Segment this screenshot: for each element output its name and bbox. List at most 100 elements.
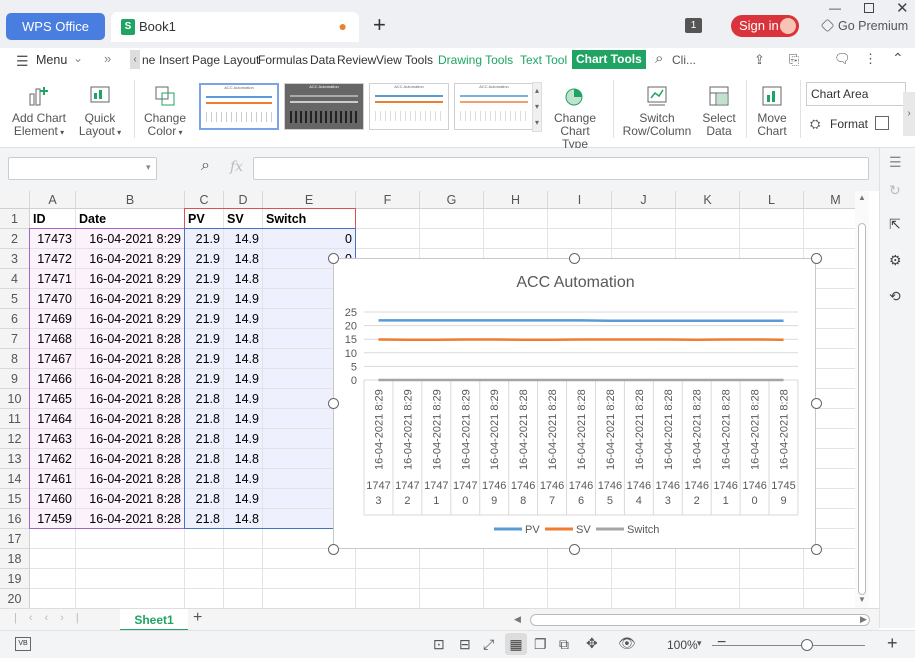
new-tab-button[interactable]: + xyxy=(373,12,386,38)
chart-style-thumbnail-1[interactable]: ACC Automation xyxy=(199,83,279,130)
zoom-chevron-down-icon[interactable]: ▾ xyxy=(697,638,702,649)
chart-style-thumbnail-3[interactable]: ACC Automation xyxy=(369,83,449,130)
format-button[interactable]: Format xyxy=(830,117,868,131)
chart-element-select[interactable]: Chart Area xyxy=(806,82,906,106)
filter-sliders-icon[interactable]: ⚙ xyxy=(889,252,902,269)
table-cell[interactable] xyxy=(740,229,804,249)
reading-mode-icon[interactable]: ✥ xyxy=(586,635,598,652)
table-cell[interactable] xyxy=(420,569,484,589)
tab-page-layout[interactable]: Page Layout xyxy=(192,53,259,67)
table-cell[interactable] xyxy=(76,549,185,569)
fx-icon[interactable]: fx xyxy=(230,159,243,175)
table-cell[interactable] xyxy=(676,589,740,608)
rotate-icon[interactable]: ↻ xyxy=(889,182,901,199)
tab-insert[interactable]: Insert xyxy=(159,53,189,67)
table-cell[interactable] xyxy=(484,549,548,569)
tab-formulas[interactable]: Formulas xyxy=(258,53,308,67)
column-header-f[interactable]: F xyxy=(356,191,420,209)
table-cell[interactable] xyxy=(420,229,484,249)
table-cell[interactable] xyxy=(548,549,612,569)
column-header-l[interactable]: L xyxy=(740,191,804,209)
row-header-13[interactable]: 13 xyxy=(0,449,30,469)
search-icon[interactable]: ⌕ xyxy=(655,50,663,67)
header-cell[interactable] xyxy=(548,209,612,229)
row-header-16[interactable]: 16 xyxy=(0,509,30,529)
table-cell[interactable] xyxy=(740,569,804,589)
close-window-button[interactable]: ✕ xyxy=(896,0,909,17)
zoom-slider-knob[interactable] xyxy=(801,639,813,651)
styles-scroll-icon[interactable]: ▴ ▾ ▾ xyxy=(532,82,542,132)
row-header-18[interactable]: 18 xyxy=(0,549,30,569)
table-cell[interactable] xyxy=(484,229,548,249)
table-cell[interactable] xyxy=(224,529,263,549)
chart-resize-handle[interactable] xyxy=(328,253,339,264)
horizontal-scroll-thumb[interactable] xyxy=(530,614,870,626)
table-cell[interactable] xyxy=(76,569,185,589)
properties-icon[interactable]: ☰ xyxy=(889,154,902,171)
table-cell[interactable] xyxy=(676,569,740,589)
table-cell[interactable] xyxy=(185,589,224,608)
header-cell[interactable] xyxy=(356,209,420,229)
row-header-20[interactable]: 20 xyxy=(0,589,30,608)
tab-view[interactable]: View xyxy=(376,53,402,67)
scroll-left-tabs-icon[interactable]: ‹ xyxy=(130,50,140,69)
quick-layout-button[interactable]: Quick Layout ▾ xyxy=(76,84,124,139)
row-header-10[interactable]: 10 xyxy=(0,389,30,409)
formula-input[interactable] xyxy=(253,157,869,180)
table-cell[interactable] xyxy=(356,569,420,589)
chevron-down-icon[interactable]: ⌄ xyxy=(73,51,83,65)
table-cell[interactable] xyxy=(484,569,548,589)
double-chevron-icon[interactable]: » xyxy=(104,51,111,66)
tab-chart-tools[interactable]: Chart Tools xyxy=(572,50,646,69)
table-cell[interactable] xyxy=(263,589,356,608)
sheet-tab-sheet1[interactable]: Sheet1 xyxy=(120,609,188,631)
zoom-search-icon[interactable]: ⌕ xyxy=(201,157,210,175)
tab-text-tool[interactable]: Text Tool xyxy=(520,53,567,67)
table-cell[interactable] xyxy=(740,549,804,569)
column-header-j[interactable]: J xyxy=(612,191,676,209)
scroll-up-icon[interactable]: ▲ xyxy=(858,193,866,202)
name-box-chevron-down-icon[interactable]: ▾ xyxy=(146,162,151,173)
column-header-i[interactable]: I xyxy=(548,191,612,209)
sign-in-button[interactable]: Sign in xyxy=(731,15,799,37)
chart-resize-handle[interactable] xyxy=(328,544,339,555)
table-cell[interactable] xyxy=(612,569,676,589)
row-header-9[interactable]: 9 xyxy=(0,369,30,389)
table-cell[interactable] xyxy=(224,589,263,608)
protect-icon[interactable]: ⊡ xyxy=(433,636,445,653)
table-cell[interactable] xyxy=(76,589,185,608)
scroll-down-icon[interactable]: ▼ xyxy=(858,595,866,604)
scroll-right-icon[interactable]: ▶ xyxy=(860,614,867,625)
column-header-b[interactable]: B xyxy=(76,191,185,209)
row-header-1[interactable]: 1 xyxy=(0,209,30,229)
table-cell[interactable] xyxy=(30,529,76,549)
name-box[interactable] xyxy=(8,157,157,180)
eye-protection-icon[interactable]: ⊟ xyxy=(459,636,471,653)
chart-resize-handle[interactable] xyxy=(811,544,822,555)
row-header-14[interactable]: 14 xyxy=(0,469,30,489)
zoom-level[interactable]: 100% xyxy=(667,638,698,652)
column-header-g[interactable]: G xyxy=(420,191,484,209)
export-icon[interactable]: ⎘ xyxy=(789,52,799,68)
table-cell[interactable] xyxy=(612,589,676,608)
header-cell[interactable] xyxy=(420,209,484,229)
vertical-scrollbar[interactable]: ▲ ▼ xyxy=(855,191,869,608)
page-break-view-icon[interactable]: ⧉ xyxy=(559,636,569,653)
add-sheet-button[interactable]: + xyxy=(193,609,202,627)
wps-office-tab[interactable]: WPS Office xyxy=(6,13,105,40)
table-cell[interactable] xyxy=(484,589,548,608)
select-cursor-icon[interactable]: ⇱ xyxy=(889,216,901,233)
table-cell[interactable] xyxy=(548,589,612,608)
table-cell[interactable] xyxy=(548,569,612,589)
chart-style-thumbnail-4[interactable]: ACC Automation xyxy=(454,83,534,130)
header-cell[interactable] xyxy=(612,209,676,229)
format-pane-icon[interactable] xyxy=(875,116,889,130)
table-cell[interactable] xyxy=(356,589,420,608)
change-color-button[interactable]: Change Color ▾ xyxy=(142,84,188,139)
header-cell[interactable] xyxy=(484,209,548,229)
table-cell[interactable] xyxy=(676,549,740,569)
table-cell[interactable] xyxy=(224,569,263,589)
vertical-scroll-thumb[interactable] xyxy=(858,223,866,595)
table-cell[interactable] xyxy=(185,529,224,549)
header-cell[interactable]: ID xyxy=(30,209,76,229)
